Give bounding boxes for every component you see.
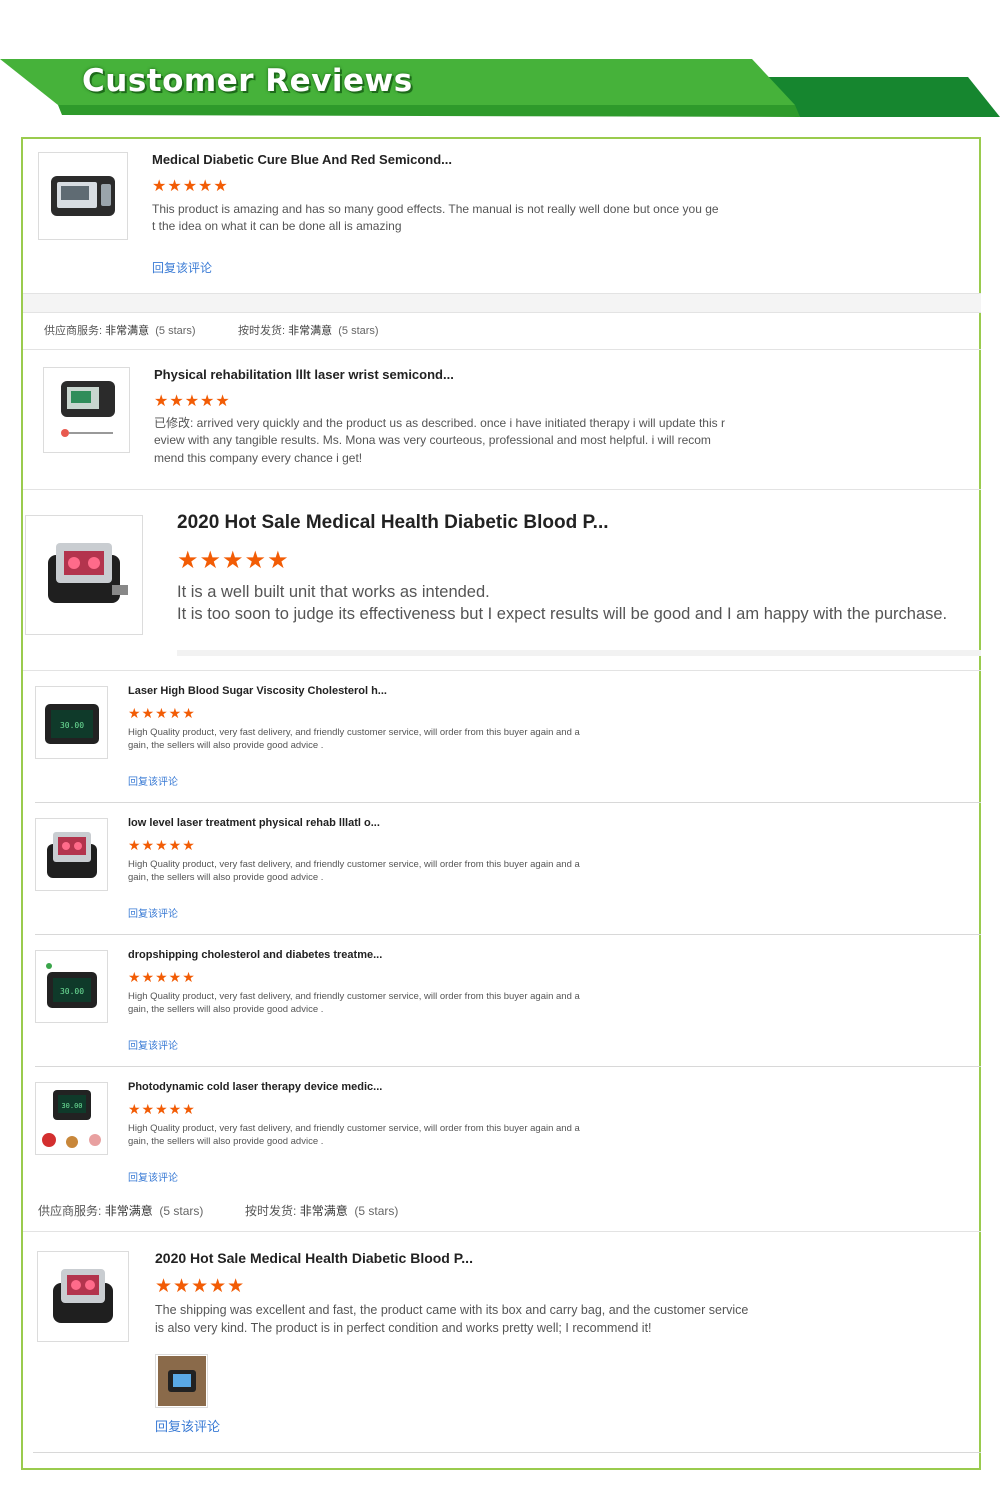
product-thumbnail[interactable]: 30.00: [35, 686, 108, 759]
product-thumbnail[interactable]: [43, 367, 130, 453]
review-product-title[interactable]: Physical rehabilitation lllt laser wrist…: [154, 367, 454, 382]
divider: [23, 349, 981, 350]
review-text-line: is also very kind. The product is in per…: [155, 1320, 652, 1335]
product-thumbnail[interactable]: 30.00: [35, 950, 108, 1023]
divider: [23, 670, 981, 671]
review-product-title[interactable]: low level laser treatment physical rehab…: [128, 817, 380, 829]
review-text-line: It is a well built unit that works as in…: [177, 583, 490, 601]
on-time-shipping-rating: 按时发货: 非常满意 (5 stars): [238, 322, 379, 338]
reply-link[interactable]: 回复该评论: [128, 1169, 178, 1184]
review-text: High Quality product, very fast delivery…: [128, 1122, 628, 1149]
rating-value: 非常满意: [288, 325, 333, 337]
divider: [23, 1231, 981, 1232]
section-banner: Customer Reviews: [0, 55, 1000, 125]
review-text-line: gain, the sellers will also provide good…: [128, 1004, 324, 1016]
review-text-line: eview with any tangible results. Ms. Mon…: [154, 433, 711, 448]
divider: [33, 1452, 981, 1453]
review-text: This product is amazing and has so many …: [152, 201, 752, 236]
rating-stars: ★★★★★: [128, 969, 196, 985]
product-thumbnail[interactable]: [37, 1251, 129, 1342]
device-screen-text: 30.00: [59, 721, 83, 730]
reply-link[interactable]: 回复该评论: [128, 905, 178, 920]
review-text-line: It is too soon to judge its effectivenes…: [177, 605, 948, 624]
wrist-device-icon: [51, 176, 115, 216]
review-text-line: gain, the sellers will also provide good…: [128, 740, 324, 752]
seller-service-rating: 供应商服务: 非常满意 (5 stars): [44, 322, 196, 338]
rating-stars-text: (5 stars): [354, 1204, 399, 1218]
divider: [35, 802, 981, 803]
review-text-line: High Quality product, very fast delivery…: [128, 727, 580, 738]
rating-label: 供应商服务:: [44, 325, 103, 337]
divider: [35, 934, 981, 935]
rating-stars: ★★★★★: [152, 178, 229, 195]
rating-stars: ★★★★★: [128, 1101, 196, 1117]
review-text-line: t the idea on what it can be done all is…: [152, 219, 402, 234]
photo-icon: [157, 1356, 206, 1406]
divider: [35, 1066, 981, 1067]
seller-service-rating: 供应商服务: 非常满意 (5 stars): [38, 1202, 203, 1219]
rating-stars-text: (5 stars): [159, 1204, 204, 1218]
product-thumbnail[interactable]: 30.00: [35, 1082, 108, 1155]
review-text: It is a well built unit that works as in…: [177, 581, 977, 626]
review-product-title[interactable]: dropshipping cholesterol and diabetes tr…: [128, 949, 382, 961]
rating-stars-text: (5 stars): [155, 325, 196, 337]
wrist-device-icon: 30.00: [45, 962, 97, 1008]
review-product-title[interactable]: Medical Diabetic Cure Blue And Red Semic…: [152, 152, 452, 167]
review-text-line: High Quality product, very fast delivery…: [128, 1123, 580, 1134]
rating-stars-text: (5 stars): [338, 325, 379, 337]
product-thumbnail[interactable]: [25, 515, 143, 635]
wrist-device-icon: 30.00: [41, 1089, 101, 1148]
rating-stars: ★★★★★: [154, 393, 231, 410]
rating-stars: ★★★★★: [128, 705, 196, 721]
reply-link[interactable]: 回复该评论: [152, 259, 212, 276]
product-thumbnail[interactable]: [35, 818, 108, 891]
device-screen-text: 30.00: [61, 1102, 82, 1110]
reply-link[interactable]: 回复该评论: [128, 773, 178, 788]
page-title: Customer Reviews: [82, 63, 413, 99]
rating-value: 非常满意: [105, 325, 150, 337]
rating-stars: ★★★★★: [155, 1276, 246, 1297]
review-text-line: gain, the sellers will also provide good…: [128, 1136, 324, 1148]
review-text-line: High Quality product, very fast delivery…: [128, 991, 580, 1002]
wrist-device-icon: [53, 1268, 113, 1323]
review-text-line: The shipping was excellent and fast, the…: [155, 1303, 749, 1317]
review-text-line: 已修改: arrived very quickly and the produc…: [154, 416, 725, 430]
review-photo[interactable]: [155, 1354, 208, 1408]
review-product-title[interactable]: 2020 Hot Sale Medical Health Diabetic Bl…: [155, 1250, 473, 1266]
device-screen-text: 30.00: [59, 987, 83, 996]
review-text-line: gain, the sellers will also provide good…: [128, 872, 324, 884]
blur-band: [177, 650, 981, 656]
product-thumbnail[interactable]: [38, 152, 128, 240]
rating-stars: ★★★★★: [177, 547, 290, 574]
review-text-line: High Quality product, very fast delivery…: [128, 859, 580, 870]
gap-band: [23, 294, 981, 312]
divider: [23, 312, 981, 313]
review-text-line: This product is amazing and has so many …: [152, 202, 719, 216]
review-text: High Quality product, very fast delivery…: [128, 858, 628, 885]
review-text: The shipping was excellent and fast, the…: [155, 1302, 795, 1337]
review-product-title[interactable]: Laser High Blood Sugar Viscosity Cholest…: [128, 685, 387, 697]
rating-label: 按时发货:: [238, 325, 286, 337]
wrist-device-icon: 30.00: [44, 703, 99, 744]
reply-link[interactable]: 回复该评论: [155, 1416, 220, 1435]
wrist-device-icon: [48, 543, 128, 603]
wrist-device-icon: [46, 831, 97, 878]
review-product-title[interactable]: 2020 Hot Sale Medical Health Diabetic Bl…: [177, 512, 609, 534]
rating-value: 非常满意: [104, 1204, 153, 1218]
rating-label: 供应商服务:: [38, 1204, 102, 1218]
review-text: 已修改: arrived very quickly and the produc…: [154, 415, 754, 467]
on-time-shipping-rating: 按时发货: 非常满意 (5 stars): [245, 1202, 398, 1219]
review-product-title[interactable]: Photodynamic cold laser therapy device m…: [128, 1081, 382, 1093]
wrist-device-icon: [60, 381, 115, 437]
rating-stars: ★★★★★: [128, 837, 196, 853]
review-text-line: mend this company every chance i get!: [154, 450, 363, 465]
rating-value: 非常满意: [299, 1204, 348, 1218]
divider: [23, 489, 981, 490]
review-text: High Quality product, very fast delivery…: [128, 726, 628, 753]
rating-label: 按时发货:: [245, 1204, 297, 1218]
review-text: High Quality product, very fast delivery…: [128, 990, 628, 1017]
reply-link[interactable]: 回复该评论: [128, 1037, 178, 1052]
